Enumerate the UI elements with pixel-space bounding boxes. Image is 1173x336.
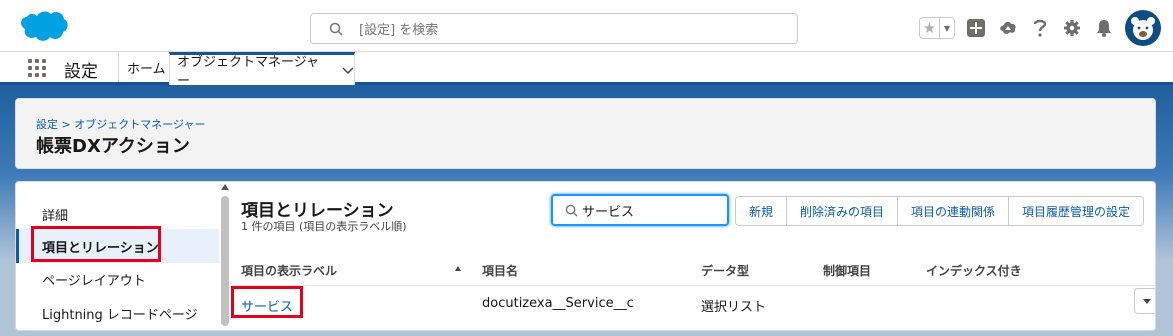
notification-bell-icon[interactable] bbox=[1093, 17, 1115, 39]
trailhead-icon[interactable] bbox=[997, 17, 1019, 39]
page-title: 帳票DXアクション bbox=[36, 136, 190, 157]
help-icon[interactable] bbox=[1029, 17, 1051, 39]
deleted-fields-button[interactable]: 削除済みの項目 bbox=[787, 197, 899, 225]
header-icons: ★ ▼ bbox=[919, 10, 1161, 46]
new-field-button[interactable]: 新規 bbox=[736, 197, 788, 225]
object-detail-card: 詳細 項目とリレーション ページレイアウト Lightning レコードページ … bbox=[15, 181, 1156, 331]
global-search-input[interactable]: [設定] を検索 bbox=[310, 13, 798, 44]
field-data-type: 選択リスト bbox=[701, 300, 767, 315]
table-header: 項目の表示ラベル 項目名 データ型 制御項目 インデックス付き bbox=[231, 258, 1155, 280]
search-placeholder: [設定] を検索 bbox=[359, 23, 439, 38]
column-header-field-name[interactable]: 項目名 bbox=[482, 262, 518, 279]
column-header-indexed[interactable]: インデックス付き bbox=[926, 262, 1022, 279]
field-history-tracking-button[interactable]: 項目履歴管理の設定 bbox=[1009, 197, 1144, 225]
section-subtitle: 1 件の項目 (項目の表示ラベル順) bbox=[241, 220, 407, 233]
salesforce-cloud-logo[interactable] bbox=[16, 9, 68, 45]
app-nav-bar: 設定 ホーム オブジェクトマネージャー bbox=[0, 52, 1173, 89]
global-header: [設定] を検索 ★ ▼ bbox=[0, 0, 1173, 52]
favorite-star-icon[interactable]: ★ bbox=[920, 18, 940, 38]
column-header-data-type[interactable]: データ型 bbox=[701, 262, 749, 279]
sidebar-item-page-layouts[interactable]: ページレイアウト bbox=[16, 262, 219, 296]
object-page-header: 設定 > オブジェクトマネージャー 帳票DXアクション bbox=[15, 98, 1156, 169]
sort-ascending-icon[interactable] bbox=[455, 266, 461, 271]
user-avatar[interactable] bbox=[1125, 10, 1161, 46]
add-icon[interactable] bbox=[965, 17, 987, 39]
field-dependencies-button[interactable]: 項目の連動関係 bbox=[898, 197, 1010, 225]
column-header-field-label[interactable]: 項目の表示ラベル bbox=[241, 262, 337, 279]
fields-relationships-panel: 項目とリレーション 1 件の項目 (項目の表示ラベル順) サービス 新規 削除済… bbox=[231, 182, 1155, 330]
table-row: サービス docutizexa__Service__c 選択リスト bbox=[231, 285, 1155, 321]
caret-down-icon bbox=[1143, 298, 1151, 304]
scroll-up-arrow-icon[interactable] bbox=[221, 184, 229, 190]
breadcrumb[interactable]: 設定 > オブジェクトマネージャー bbox=[36, 116, 205, 132]
search-icon bbox=[565, 204, 578, 217]
search-icon bbox=[329, 22, 343, 36]
action-button-group: 新規 削除済みの項目 項目の連動関係 項目履歴管理の設定 bbox=[735, 196, 1145, 226]
favorites-control[interactable]: ★ ▼ bbox=[919, 17, 955, 39]
scrollbar-thumb[interactable] bbox=[221, 196, 229, 326]
chevron-down-icon[interactable] bbox=[342, 64, 354, 76]
app-name: 設定 bbox=[64, 62, 98, 82]
row-actions-dropdown[interactable] bbox=[1134, 288, 1155, 314]
tab-object-manager[interactable]: オブジェクトマネージャー bbox=[169, 52, 355, 89]
tab-object-manager-label: オブジェクトマネージャー bbox=[177, 55, 320, 89]
setup-gear-icon[interactable] bbox=[1061, 17, 1083, 39]
highlight-box-sidebar bbox=[31, 226, 161, 262]
highlight-box-field bbox=[231, 286, 303, 318]
field-api-name: docutizexa__Service__c bbox=[482, 296, 634, 311]
sidebar-item-lightning-record-pages[interactable]: Lightning レコードページ bbox=[16, 296, 219, 330]
app-launcher-icon[interactable] bbox=[28, 59, 46, 77]
favorite-list-dropdown-icon[interactable]: ▼ bbox=[940, 18, 954, 38]
column-header-controlling-field[interactable]: 制御項目 bbox=[823, 262, 871, 279]
tab-home[interactable]: ホーム bbox=[118, 52, 174, 82]
quick-find-input[interactable]: サービス bbox=[551, 194, 729, 226]
quick-find-value: サービス bbox=[582, 204, 635, 220]
sidebar-scrollbar[interactable] bbox=[220, 182, 230, 330]
